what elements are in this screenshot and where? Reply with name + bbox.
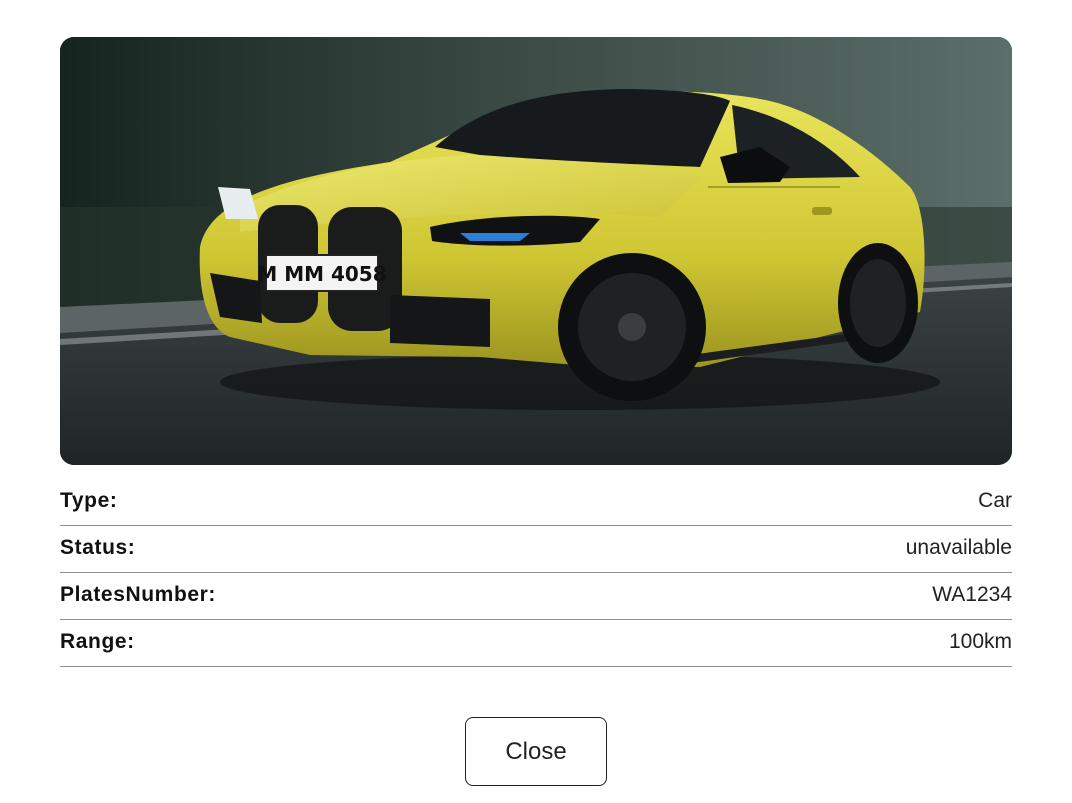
vehicle-photo: M MM 4058 [60,37,1012,465]
range-label: Range: [60,630,135,653]
detail-row-status: Status: unavailable [60,526,1012,573]
vehicle-details-list: Type: Car Status: unavailable PlatesNumb… [60,479,1012,667]
detail-row-plates-number: PlatesNumber: WA1234 [60,573,1012,620]
type-label: Type: [60,489,118,512]
detail-row-range: Range: 100km [60,620,1012,667]
plates-number-label: PlatesNumber: [60,583,217,606]
car-image: M MM 4058 [60,37,1012,465]
close-button[interactable]: Close [465,717,607,786]
range-value: 100km [948,630,1012,653]
license-plate: M MM 4058 [257,262,386,286]
vehicle-details-dialog: M MM 4058 Type: Car Status: unavailable … [0,0,1072,803]
plates-number-value: WA1234 [932,583,1012,606]
detail-row-type: Type: Car [60,479,1012,526]
status-label: Status: [60,536,136,559]
status-value: unavailable [905,536,1012,559]
type-value: Car [978,489,1012,512]
